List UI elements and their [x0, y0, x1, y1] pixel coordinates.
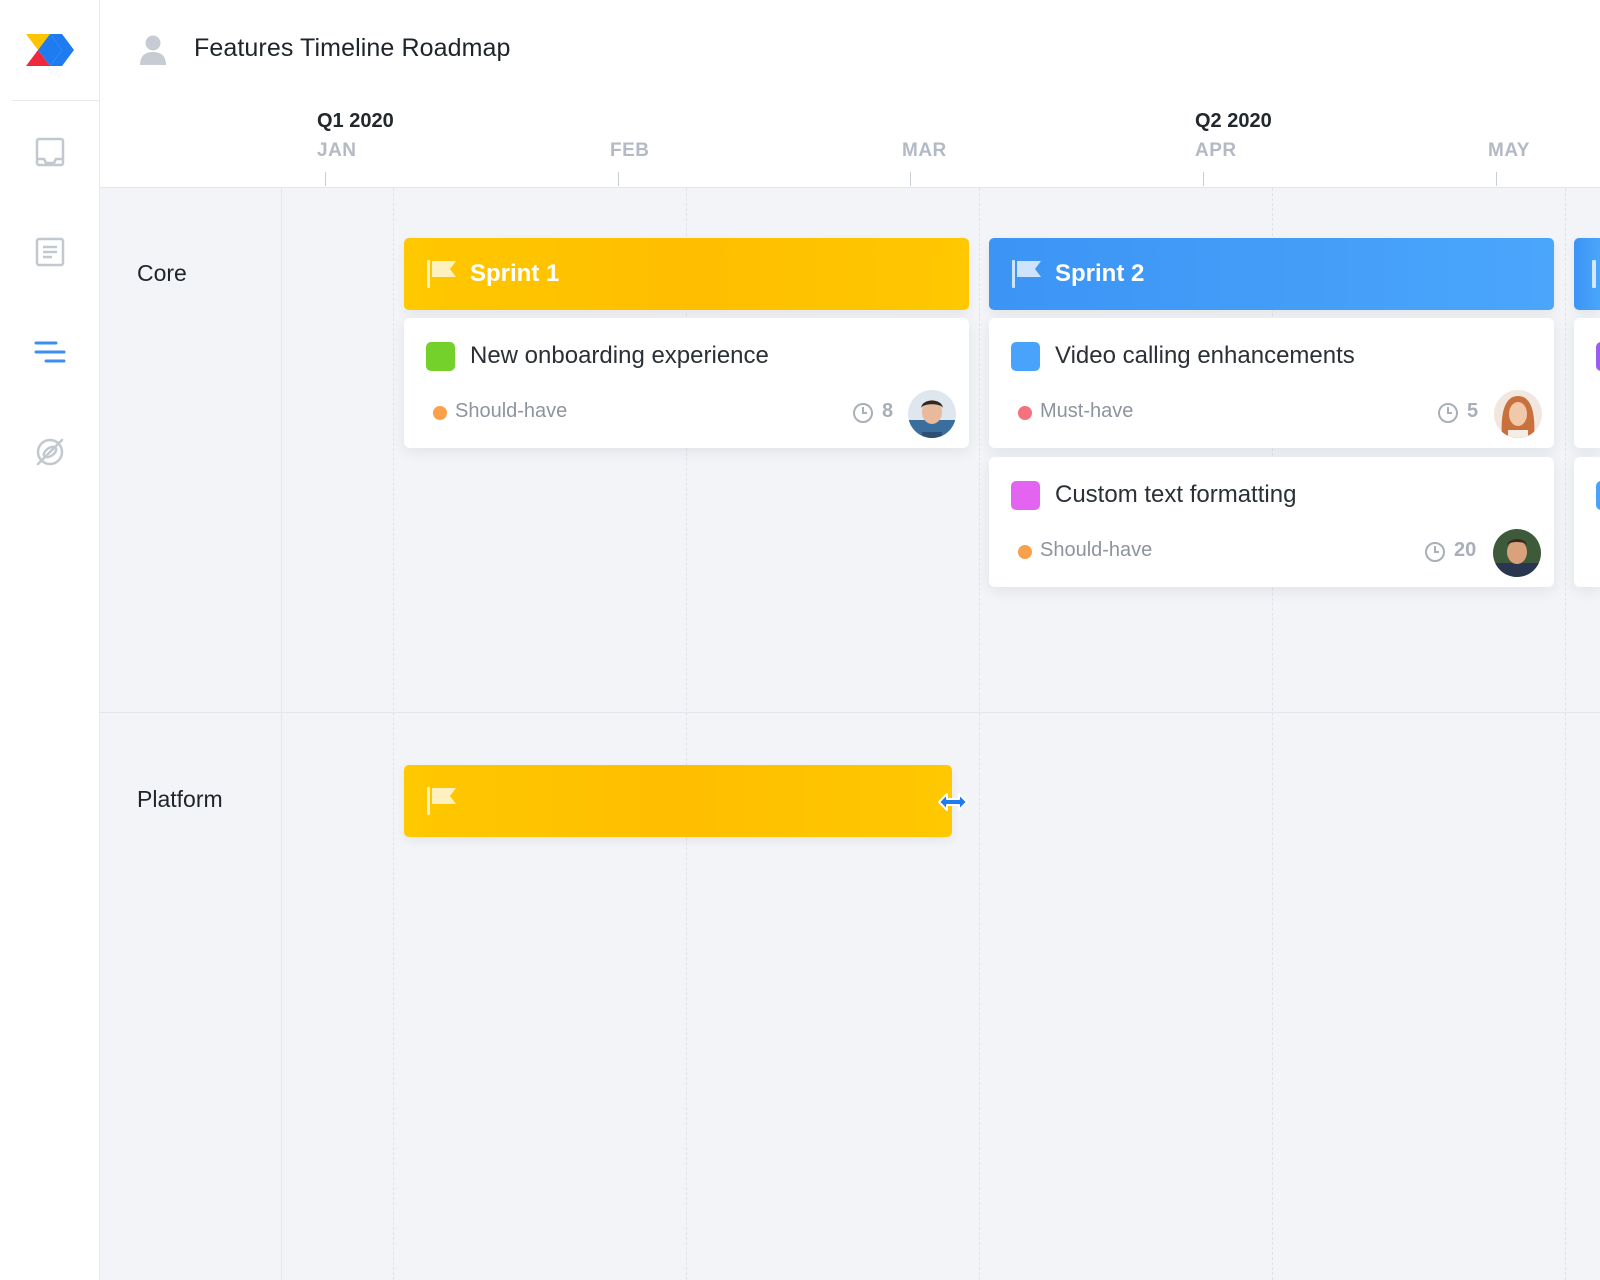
- grid-line: [1565, 188, 1566, 1280]
- sidebar: [0, 0, 100, 1280]
- timeline-header: Q1 2020 Q2 2020 JAN FEB MAR APR MAY: [100, 100, 1600, 188]
- month-label: JAN: [317, 140, 357, 162]
- app-logo[interactable]: [24, 28, 76, 68]
- sprint-bar-3[interactable]: [1574, 238, 1600, 310]
- priority-dot: [433, 406, 447, 420]
- document-icon: [35, 237, 65, 267]
- estimate-value: 20: [1454, 539, 1476, 562]
- feature-color-swatch: [426, 342, 455, 371]
- flag-icon: [426, 259, 458, 289]
- clock-icon: [1424, 541, 1446, 563]
- month-tick: [618, 172, 619, 186]
- avatar-image: [1494, 390, 1542, 438]
- month-tick: [325, 172, 326, 186]
- inbox-icon: [35, 137, 65, 167]
- sidebar-item-inbox[interactable]: [28, 130, 72, 174]
- assignee-avatar[interactable]: [1493, 529, 1541, 577]
- hidden-icon: [34, 436, 66, 468]
- header: Features Timeline Roadmap: [100, 0, 1600, 100]
- priority-dot: [1018, 406, 1032, 420]
- quarter-label: Q2 2020: [1195, 110, 1272, 133]
- feature-card[interactable]: [1574, 318, 1600, 448]
- lane-label-core: Core: [137, 260, 187, 287]
- assignee-avatar[interactable]: [1494, 390, 1542, 438]
- lane-label-column: [100, 188, 282, 1280]
- month-tick: [1496, 172, 1497, 186]
- grid-line: [393, 188, 394, 1280]
- priority-label: Should-have: [1040, 539, 1152, 562]
- month-label: APR: [1195, 140, 1237, 162]
- sprint-bar-2[interactable]: Sprint 2: [989, 238, 1554, 310]
- feature-card[interactable]: New onboarding experience Should-have 8: [404, 318, 969, 448]
- roadmap-icon: [34, 339, 66, 365]
- month-tick: [910, 172, 911, 186]
- month-label: MAY: [1488, 140, 1530, 162]
- user-icon[interactable]: [138, 34, 168, 66]
- sprint-label: Sprint 2: [1055, 260, 1144, 288]
- sprint-bar-platform[interactable]: [404, 765, 952, 837]
- feature-card[interactable]: Video calling enhancements Must-have 5: [989, 318, 1554, 448]
- flag-icon: [1011, 259, 1043, 289]
- page-title: Features Timeline Roadmap: [194, 34, 511, 63]
- avatar-image: [908, 390, 956, 438]
- clock-icon: [1437, 402, 1459, 424]
- sidebar-divider: [12, 100, 100, 101]
- feature-color-swatch: [1596, 481, 1600, 510]
- priority-dot: [1018, 545, 1032, 559]
- flag-icon: [426, 786, 458, 816]
- sidebar-item-document[interactable]: [28, 230, 72, 274]
- sidebar-item-roadmap[interactable]: [28, 330, 72, 374]
- estimate-value: 8: [882, 400, 893, 423]
- feature-title: Custom text formatting: [1055, 481, 1296, 509]
- feature-card[interactable]: Custom text formatting Should-have 20: [989, 457, 1554, 587]
- avatar-image: [1493, 529, 1541, 577]
- month-label: MAR: [902, 140, 947, 162]
- sprint-label: Sprint 1: [470, 260, 559, 288]
- clock-icon: [852, 402, 874, 424]
- month-label: FEB: [610, 140, 650, 162]
- assignee-avatar[interactable]: [908, 390, 956, 438]
- quarter-label: Q1 2020: [317, 110, 394, 133]
- feature-title: Video calling enhancements: [1055, 342, 1355, 370]
- resize-cursor-icon[interactable]: [937, 790, 969, 814]
- month-tick: [1203, 172, 1204, 186]
- lane-separator: [100, 712, 1600, 713]
- app-window: Features Timeline Roadmap Q1 2020 Q2 202…: [0, 0, 1600, 1280]
- flag-icon: [1592, 260, 1596, 288]
- feature-color-swatch: [1011, 481, 1040, 510]
- feature-color-swatch: [1596, 342, 1600, 371]
- priority-label: Must-have: [1040, 400, 1133, 423]
- feature-title: New onboarding experience: [470, 342, 769, 370]
- lane-label-platform: Platform: [137, 786, 223, 813]
- grid-line: [979, 188, 980, 1280]
- sprint-bar-1[interactable]: Sprint 1: [404, 238, 969, 310]
- estimate-value: 5: [1467, 400, 1478, 423]
- priority-label: Should-have: [455, 400, 567, 423]
- feature-card[interactable]: [1574, 457, 1600, 587]
- feature-color-swatch: [1011, 342, 1040, 371]
- sidebar-item-hidden[interactable]: [28, 430, 72, 474]
